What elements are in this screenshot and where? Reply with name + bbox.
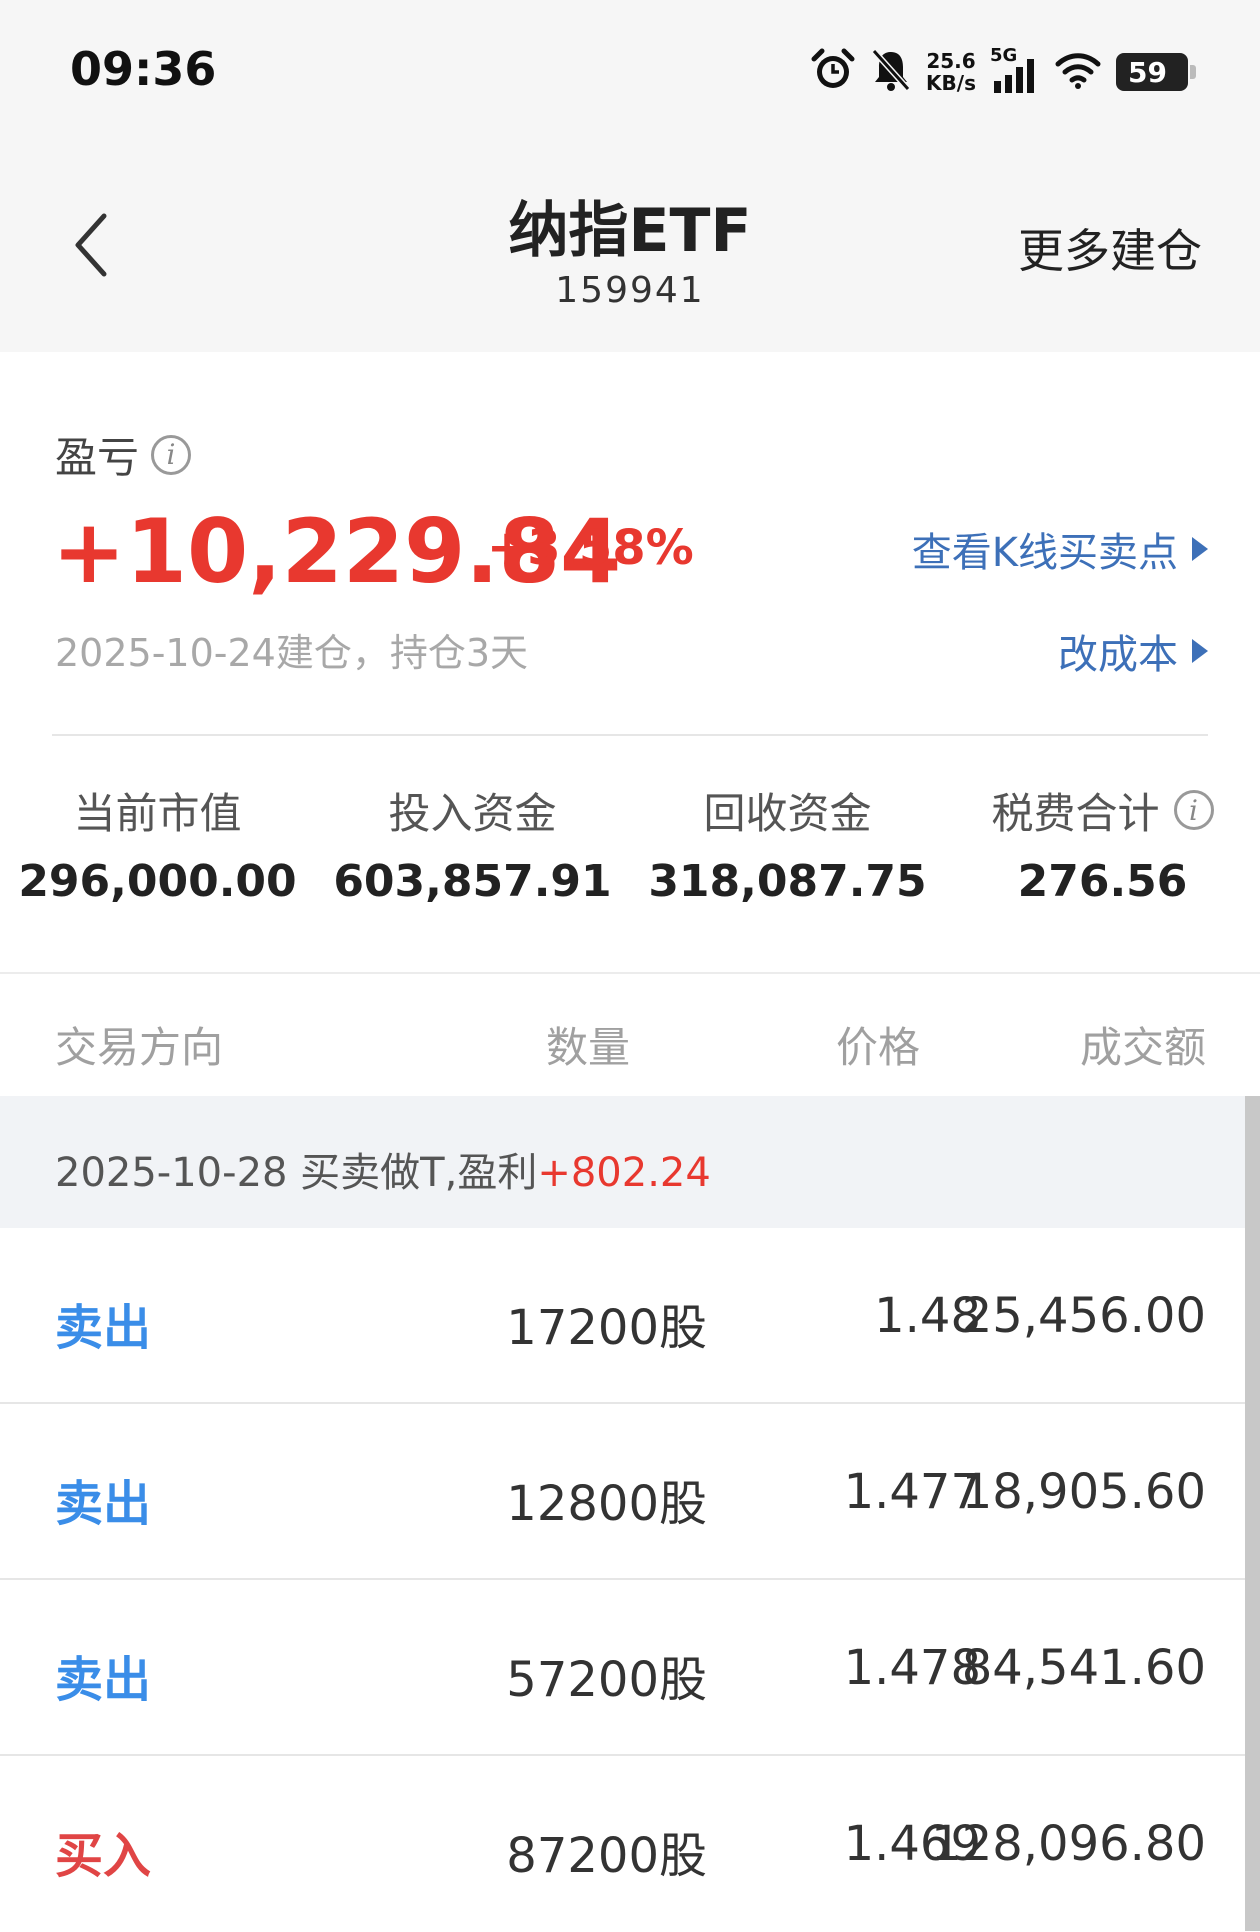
table-row[interactable]: 卖出 57200股 1.478 84,541.60 xyxy=(0,1580,1245,1756)
nav-bar: 纳指ETF 159941 更多建仓 xyxy=(0,140,1260,352)
stat-value: 318,087.75 xyxy=(648,856,927,907)
kline-trade-points-link[interactable]: 查看K线买卖点 xyxy=(912,520,1208,578)
stat-recovered: 回收资金 318,087.75 xyxy=(630,782,945,922)
status-time: 09:36 xyxy=(70,42,217,96)
header-amount: 成交额 xyxy=(1079,1023,1206,1072)
trade-quantity: 12800股 xyxy=(506,1476,707,1532)
stat-value: 276.56 xyxy=(1017,856,1188,907)
scrollbar[interactable] xyxy=(1245,1096,1260,1931)
trade-quantity: 87200股 xyxy=(506,1828,707,1884)
wifi-icon xyxy=(1054,50,1102,94)
trade-group-text: 2025-10-28 买卖做T,盈利+802.24 xyxy=(55,1140,711,1198)
trade-group-header: 2025-10-28 买卖做T,盈利+802.24 xyxy=(0,1096,1245,1228)
info-icon[interactable]: i xyxy=(1173,790,1214,830)
signal-icon: 5G xyxy=(990,45,1040,95)
trade-amount: 84,541.60 xyxy=(961,1640,1206,1696)
table-row[interactable]: 卖出 17200股 1.48 25,456.00 xyxy=(0,1228,1245,1404)
header-price: 价格 xyxy=(835,1023,920,1072)
divider xyxy=(52,734,1208,736)
stat-value: 603,857.91 xyxy=(333,856,612,907)
status-icons: 25.6 KB/s 5G 59 xyxy=(810,44,1196,100)
position-info: 2025-10-24建仓，持仓3天 xyxy=(55,631,529,675)
summary-card: 盈亏 i +10,229.84 +3.58% 查看K线买卖点 2025-10-2… xyxy=(0,352,1260,972)
status-bar: 09:36 25.6 KB/s 5G 59 xyxy=(0,0,1260,140)
triangle-right-icon xyxy=(1192,537,1208,561)
header-quantity: 数量 xyxy=(545,1023,630,1072)
network-speed: 25.6 KB/s xyxy=(926,49,976,95)
more-positions-button[interactable]: 更多建仓 xyxy=(1018,215,1202,281)
stat-value: 296,000.00 xyxy=(18,856,297,907)
stats-row: 当前市值 296,000.00 投入资金 603,857.91 回收资金 318… xyxy=(0,782,1260,922)
stat-label: 投入资金 xyxy=(388,788,557,838)
trade-quantity: 57200股 xyxy=(506,1652,707,1708)
trade-price: 1.478 xyxy=(843,1640,981,1696)
profit-loss-label: 盈亏 xyxy=(55,433,140,482)
stat-label: 税费合计 xyxy=(991,788,1160,838)
trade-amount: 25,456.00 xyxy=(961,1288,1206,1344)
kline-link-label: 查看K线买卖点 xyxy=(911,530,1178,576)
table-row[interactable]: 买入 87200股 1.469 128,096.80 xyxy=(0,1756,1245,1932)
trade-amount: 128,096.80 xyxy=(931,1816,1206,1872)
battery-icon: 59 xyxy=(1116,53,1196,91)
bell-off-icon xyxy=(870,47,912,97)
info-icon[interactable]: i xyxy=(151,434,192,475)
alarm-icon xyxy=(810,47,856,97)
stat-invested: 投入资金 603,857.91 xyxy=(315,782,630,922)
trade-group-label: 2025-10-28 买卖做T,盈利 xyxy=(55,1150,538,1196)
triangle-right-icon xyxy=(1192,639,1208,663)
table-header: 交易方向 数量 价格 成交额 xyxy=(0,974,1260,1096)
change-cost-link[interactable]: 改成本 xyxy=(1058,622,1208,680)
stat-fees: 税费合计 i 276.56 xyxy=(945,782,1260,922)
profit-loss-label-row: 盈亏 i xyxy=(55,424,192,485)
trade-quantity: 17200股 xyxy=(506,1300,707,1356)
trade-direction: 卖出 xyxy=(55,1300,152,1356)
stat-label: 当前市值 xyxy=(73,788,242,838)
stat-market-value: 当前市值 296,000.00 xyxy=(0,782,315,922)
header-direction: 交易方向 xyxy=(55,1023,224,1072)
trade-direction: 卖出 xyxy=(55,1652,152,1708)
trade-group-profit: +802.24 xyxy=(537,1150,711,1196)
trade-price: 1.477 xyxy=(843,1464,981,1520)
change-cost-label: 改成本 xyxy=(1058,632,1178,678)
trade-amount: 18,905.60 xyxy=(961,1464,1206,1520)
trade-direction: 买入 xyxy=(55,1828,152,1884)
trade-direction: 卖出 xyxy=(55,1476,152,1532)
stat-label: 回收资金 xyxy=(703,788,872,838)
table-row[interactable]: 卖出 12800股 1.477 18,905.60 xyxy=(0,1404,1245,1580)
profit-loss-percent: +3.58% xyxy=(487,520,694,576)
